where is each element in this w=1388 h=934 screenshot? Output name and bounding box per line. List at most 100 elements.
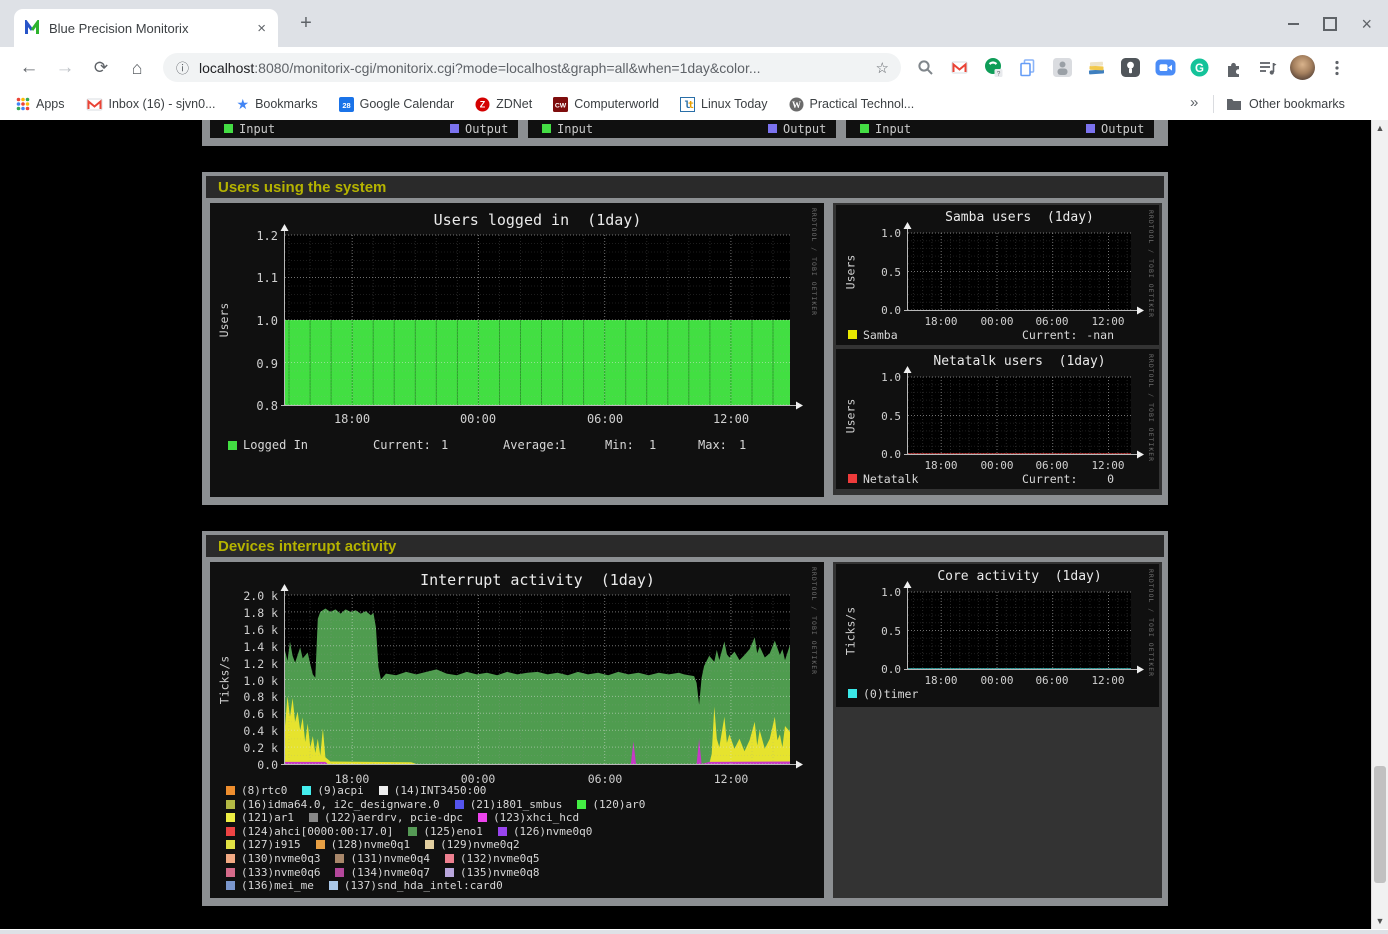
apps-favicon-icon [16, 97, 30, 111]
page-scrollbar[interactable]: ▲ ▼ [1371, 120, 1388, 929]
interrupt-activity-chart[interactable]: Interrupt activity (1day)Ticks/s2.0 k1.8… [210, 562, 824, 898]
legend-item: (16)idma64.0, i2c_designware.0 [226, 798, 440, 811]
bookmarks-overflow-icon[interactable]: » [1190, 94, 1198, 111]
y-tick-label: 1.1 [234, 271, 278, 285]
section-devices-header: Devices interrupt activity [206, 535, 1164, 557]
bookmark-item[interactable]: CWComputerworld [553, 97, 659, 112]
legend-item: (121)ar1 [226, 811, 294, 824]
scroll-up-icon[interactable]: ▲ [1372, 123, 1388, 133]
window-controls: × [1288, 0, 1372, 47]
copy-icon[interactable] [1015, 55, 1041, 81]
grammarly-icon[interactable]: G [1187, 55, 1213, 81]
y-tick-label: 0.2 k [234, 741, 278, 755]
legend-row: (130)nvme0q3(131)nvme0q4(132)nvme0q5 [226, 852, 554, 865]
legend-item: (137)snd_hda_intel:card0 [329, 879, 503, 892]
bookmark-label: Inbox (16) - sjvn0... [109, 97, 216, 111]
bookmark-item[interactable]: Inbox (16) - sjvn0... [86, 97, 216, 112]
legend-item: (120)ar0 [577, 798, 645, 811]
legend-item: (130)nvme0q3 [226, 852, 320, 865]
home-icon[interactable]: ⌂ [124, 55, 150, 81]
monitorix-favicon-icon [24, 20, 40, 36]
rrdtool-watermark: RRDTOOL / TOBI OETIKER [1147, 354, 1155, 462]
window-minimize-icon[interactable] [1288, 22, 1299, 25]
browser-tab[interactable]: Blue Precision Monitorix × [14, 9, 278, 47]
bookmark-item[interactable]: Apps [16, 97, 65, 111]
y-tick-label: 1.0 k [234, 674, 278, 688]
gmail-ext-icon[interactable] [946, 55, 972, 81]
output-swatch [450, 124, 459, 133]
playlist-icon[interactable] [1255, 55, 1281, 81]
x-tick-label: 06:00 [1028, 459, 1076, 472]
svg-text:28: 28 [342, 100, 350, 109]
scrollbar-thumb[interactable] [1374, 766, 1386, 883]
legend-item: (128)nvme0q1 [316, 838, 410, 851]
forward-icon[interactable]: → [52, 55, 78, 81]
tab-close-icon[interactable]: × [255, 20, 268, 37]
puzzle-icon[interactable] [1221, 55, 1247, 81]
legend-label: Samba [863, 328, 898, 342]
stat-label: Current: [373, 438, 431, 452]
stat-label: Max: [698, 438, 727, 452]
page-info-icon[interactable]: ⓘ [176, 58, 189, 77]
section-users-header: Users using the system [206, 176, 1164, 198]
samba-users-chart[interactable]: Samba users (1day)Users1.00.50.018:0000:… [836, 205, 1159, 345]
y-tick-label: 1.8 k [234, 606, 278, 620]
bookmark-item[interactable]: ZZDNet [475, 97, 532, 112]
back-icon[interactable]: ← [16, 55, 42, 81]
bookmark-item[interactable]: 28Google Calendar [339, 97, 455, 112]
reload-icon[interactable]: ⟳ [88, 55, 114, 81]
x-tick-label: 00:00 [973, 459, 1021, 472]
address-bar[interactable]: ⓘ localhost:8080/monitorix-cgi/monitorix… [163, 53, 901, 82]
netatalk-users-chart[interactable]: Netatalk users (1day)Users1.00.50.018:00… [836, 349, 1159, 489]
legend-item: (131)nvme0q4 [335, 852, 429, 865]
y-tick-label: 0.0 [861, 448, 901, 461]
bookmark-label: Apps [36, 97, 65, 111]
stat-value: 1 [739, 438, 746, 452]
output-swatch [1086, 124, 1095, 133]
window-maximize-icon[interactable] [1323, 17, 1337, 31]
legend-item: (123)xhci_hcd [478, 811, 579, 824]
partial-chart[interactable]: InputOutput [528, 120, 836, 138]
y-tick-label: 0.0 [861, 663, 901, 676]
users-logged-in-chart[interactable]: Users logged in (1day)Users1.21.11.00.90… [210, 203, 824, 497]
partial-chart[interactable]: InputOutput [846, 120, 1154, 138]
new-tab-button[interactable]: + [294, 12, 318, 35]
books-icon[interactable] [1084, 55, 1110, 81]
bookmark-item[interactable]: WPractical Technol... [789, 97, 915, 112]
menu-icon[interactable] [1324, 55, 1350, 81]
legend-row: (16)idma64.0, i2c_designware.0(21)i801_s… [226, 798, 660, 811]
legend-label: Logged In [243, 438, 308, 452]
section-users-title: Users using the system [218, 179, 386, 196]
output-label: Output [465, 122, 508, 136]
window-close-icon[interactable]: × [1361, 19, 1372, 29]
bookmark-star-icon[interactable]: ☆ [876, 59, 889, 77]
search-icon[interactable] [912, 55, 938, 81]
y-tick-label: 1.4 k [234, 640, 278, 654]
lamp-icon[interactable] [1118, 55, 1144, 81]
x-tick-label: 12:00 [707, 412, 755, 426]
legend-item: (8)rtc0 [226, 784, 287, 797]
y-axis-label: Ticks/s [844, 593, 858, 670]
y-tick-label: 0.5 [861, 266, 901, 279]
y-axis-label: Users [217, 235, 231, 405]
bookmark-item[interactable]: ltLinux Today [680, 97, 768, 112]
users-right-cell: Samba users (1day)Users1.00.50.018:0000:… [833, 203, 1162, 495]
x-tick-label: 18:00 [917, 674, 965, 687]
voice-icon[interactable]: ? [981, 55, 1007, 81]
legend-row: (133)nvme0q6(134)nvme0q7(135)nvme0q8 [226, 866, 554, 879]
core-activity-chart[interactable]: Core activity (1day)Ticks/s1.00.50.018:0… [836, 564, 1159, 707]
video-icon[interactable] [1152, 55, 1178, 81]
bookmark-label: Computerworld [574, 97, 659, 111]
bookmark-item[interactable]: ★Bookmarks [237, 96, 318, 113]
legend-row: (136)mei_me (137)snd_hda_intel:card0 [226, 879, 518, 892]
input-swatch [542, 124, 551, 133]
other-bookmarks-button[interactable]: Other bookmarks [1226, 88, 1345, 120]
legend-row: (8)rtc0(9)acpi(14)INT3450:00 [226, 784, 501, 797]
partial-chart[interactable]: InputOutput [210, 120, 518, 138]
x-tick-label: 12:00 [707, 772, 755, 786]
profile-icon[interactable] [1049, 55, 1075, 81]
avatar-icon[interactable] [1290, 55, 1316, 81]
legend-item: (136)mei_me [226, 879, 314, 892]
scroll-down-icon[interactable]: ▼ [1372, 916, 1388, 926]
tab-title: Blue Precision Monitorix [49, 21, 255, 36]
